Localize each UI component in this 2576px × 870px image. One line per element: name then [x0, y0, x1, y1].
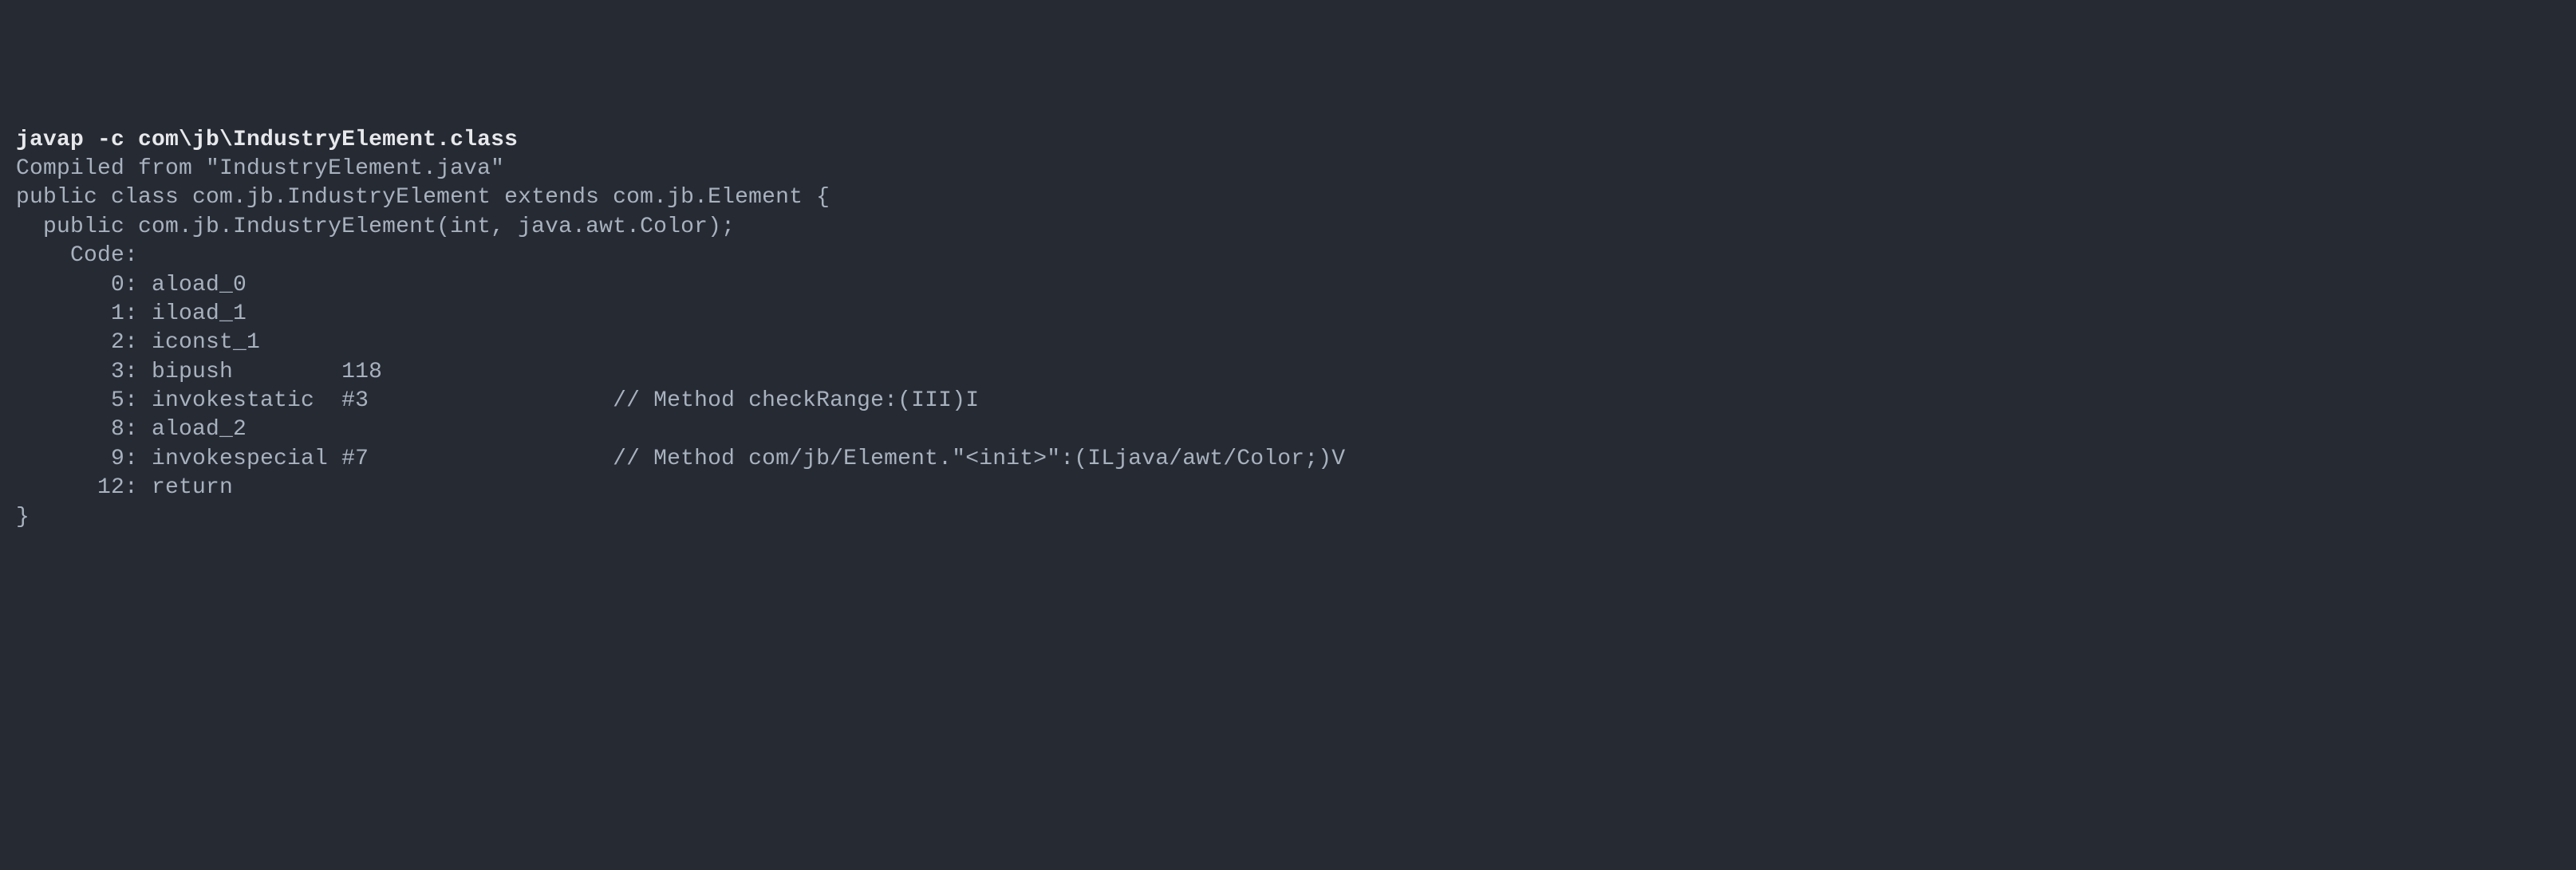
output-line: 1: iload_1 [16, 301, 247, 326]
output-line: 3: bipush 118 [16, 360, 382, 384]
terminal-output: javap -c com\jb\IndustryElement.class Co… [16, 126, 2560, 532]
output-line: 0: aload_0 [16, 273, 247, 297]
output-line: 8: aload_2 [16, 417, 247, 442]
output-line: Compiled from "IndustryElement.java" [16, 156, 504, 181]
output-line: Code: [16, 243, 138, 268]
output-line: 9: invokespecial #7 // Method com/jb/Ele… [16, 447, 1345, 471]
output-line: } [16, 505, 30, 529]
output-line: 12: return [16, 475, 233, 500]
command-line: javap -c com\jb\IndustryElement.class [16, 128, 518, 152]
output-line: public class com.jb.IndustryElement exte… [16, 185, 830, 210]
output-line: public com.jb.IndustryElement(int, java.… [16, 215, 735, 239]
output-line: 5: invokestatic #3 // Method checkRange:… [16, 388, 979, 413]
output-line: 2: iconst_1 [16, 330, 260, 355]
